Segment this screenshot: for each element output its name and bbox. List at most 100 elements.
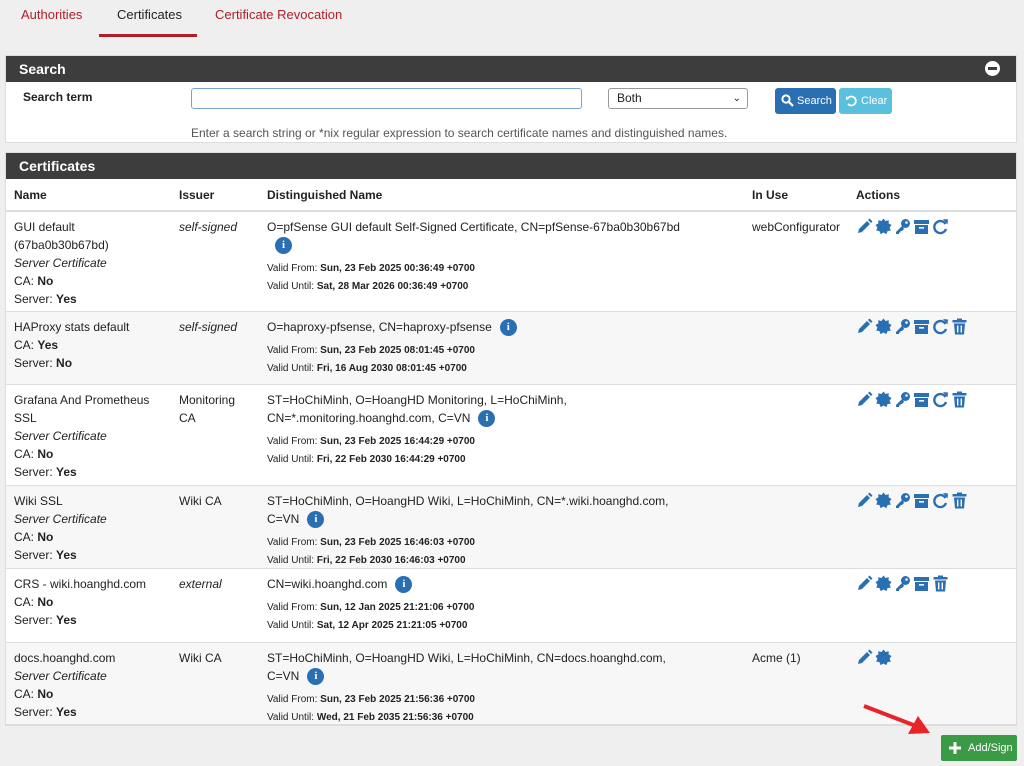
cert-actions	[856, 649, 894, 667]
add-sign-button[interactable]: Add/Sign	[941, 735, 1017, 761]
delete-icon[interactable]	[951, 391, 968, 409]
edit-icon[interactable]	[856, 218, 873, 236]
export-key-icon[interactable]	[894, 391, 911, 409]
export-cert-icon[interactable]	[875, 575, 892, 593]
valid-until: Valid Until: Sat, 12 Apr 2025 21:21:05 +…	[267, 620, 468, 632]
table-row: Grafana And Prometheus SSL Server Certific…	[6, 385, 1016, 486]
info-icon[interactable]: i	[307, 668, 325, 686]
search-panel-header: Search	[6, 56, 1016, 82]
renew-icon[interactable]	[932, 218, 949, 236]
info-icon[interactable]: i	[478, 410, 496, 428]
info-icon[interactable]: i	[499, 319, 517, 337]
chevron-down-icon: ⌄	[732, 93, 741, 104]
cert-server: Server: Yes	[14, 465, 77, 479]
valid-from: Valid From: Sun, 23 Feb 2025 16:44:29 +0…	[267, 436, 475, 448]
archive-icon[interactable]	[913, 492, 930, 510]
clear-button[interactable]: Clear	[839, 88, 892, 114]
delete-icon[interactable]	[951, 492, 968, 510]
cert-ca: CA: Yes	[14, 338, 59, 352]
valid-from: Valid From: Sun, 23 Feb 2025 08:01:45 +0…	[267, 345, 475, 357]
cert-name: HAProxy stats default CA: Yes Server: No	[14, 320, 130, 370]
export-cert-icon[interactable]	[875, 391, 892, 409]
edit-icon[interactable]	[856, 391, 873, 409]
table-row: Wiki SSL Server Certificate CA: No Server: …	[6, 486, 1016, 569]
renew-icon[interactable]	[932, 318, 949, 336]
cert-name: GUI default (67ba0b30b67bd) Server Certifi…	[14, 220, 109, 306]
cert-in-use: webConfigurator	[752, 220, 841, 234]
search-panel: Search Search term Both ⌄ Search Clear E…	[5, 55, 1017, 143]
col-in-use: In Use	[752, 188, 789, 202]
cert-issuer: self-signed	[179, 320, 238, 334]
cert-actions	[856, 391, 970, 409]
valid-until: Valid Until: Fri, 16 Aug 2030 08:01:45 +…	[267, 363, 467, 375]
search-scope-select[interactable]: Both ⌄	[608, 88, 748, 109]
col-name: Name	[14, 188, 47, 202]
cert-type: Server Certificate	[14, 429, 107, 443]
certificates-panel: Certificates Name Issuer Distinguished N…	[5, 152, 1017, 726]
certificates-panel-title: Certificates	[19, 158, 96, 174]
renew-icon[interactable]	[932, 492, 949, 510]
export-cert-icon[interactable]	[875, 492, 892, 510]
edit-icon[interactable]	[856, 649, 873, 667]
search-button-label: Search	[797, 95, 832, 107]
edit-icon[interactable]	[856, 492, 873, 510]
info-icon[interactable]: i	[275, 237, 292, 255]
plus-icon	[949, 742, 961, 754]
export-cert-icon[interactable]	[875, 318, 892, 336]
collapse-icon[interactable]	[985, 61, 1000, 76]
valid-until: Valid Until: Sat, 28 Mar 2026 00:36:49 +…	[267, 281, 469, 293]
table-header: Name Issuer Distinguished Name In Use Ac…	[6, 179, 1016, 212]
cert-ca: CA: No	[14, 595, 54, 609]
cert-ca: CA: No	[14, 687, 54, 701]
edit-icon[interactable]	[856, 318, 873, 336]
archive-icon[interactable]	[913, 391, 930, 409]
cert-name: CRS - wiki.hoanghd.com CA: No Server: Yes	[14, 577, 147, 627]
table-row: CRS - wiki.hoanghd.com CA: No Server: Yes e…	[6, 569, 1016, 643]
add-sign-label: Add/Sign	[968, 742, 1013, 754]
delete-icon[interactable]	[932, 575, 949, 593]
cert-server: Server: Yes	[14, 613, 77, 627]
search-icon	[781, 94, 794, 107]
info-icon[interactable]: i	[307, 511, 325, 529]
valid-from: Valid From: Sun, 23 Feb 2025 21:56:36 +0…	[267, 694, 475, 706]
export-cert-icon[interactable]	[875, 218, 892, 236]
table-row: HAProxy stats default CA: Yes Server: No se…	[6, 312, 1016, 385]
archive-icon[interactable]	[913, 218, 930, 236]
cert-issuer: external	[179, 577, 222, 591]
cert-server: Server: Yes	[14, 548, 77, 562]
cert-type: Server Certificate	[14, 512, 107, 526]
cert-actions	[856, 218, 951, 236]
export-key-icon[interactable]	[894, 218, 911, 236]
delete-icon[interactable]	[951, 318, 968, 336]
cert-issuer: self-signed	[179, 220, 238, 234]
search-scope-value: Both	[617, 91, 642, 105]
cert-issuer: Wiki CA	[179, 651, 222, 665]
cert-server: Server: Yes	[14, 292, 77, 306]
tab-authorities[interactable]: Authorities	[21, 7, 82, 37]
export-key-icon[interactable]	[894, 318, 911, 336]
valid-from: Valid From: Sun, 23 Feb 2025 00:36:49 +0…	[267, 263, 475, 275]
valid-until: Valid Until: Fri, 22 Feb 2030 16:44:29 +…	[267, 454, 466, 466]
cert-ca: CA: No	[14, 274, 54, 288]
info-icon[interactable]: i	[395, 576, 413, 594]
export-cert-icon[interactable]	[875, 649, 892, 667]
valid-until: Valid Until: Fri, 22 Feb 2030 16:46:03 +…	[267, 555, 466, 567]
cert-actions	[856, 318, 970, 336]
cert-server: Server: Yes	[14, 705, 77, 719]
edit-icon[interactable]	[856, 575, 873, 593]
tab-certificates[interactable]: Certificates	[117, 7, 182, 37]
cert-name: Grafana And Prometheus SSL Server Certific…	[14, 393, 150, 479]
archive-icon[interactable]	[913, 318, 930, 336]
cert-name: docs.hoanghd.com Server Certificate CA: No…	[14, 651, 116, 719]
archive-icon[interactable]	[913, 575, 930, 593]
cert-dn: ST=HoChiMinh, O=HoangHD Wiki, L=HoChiMin…	[267, 649, 697, 727]
cert-type: Server Certificate	[14, 256, 107, 270]
search-input[interactable]	[191, 88, 582, 109]
clear-button-label: Clear	[861, 95, 888, 107]
tab-certificate-revocation[interactable]: Certificate Revocation	[215, 7, 342, 37]
renew-icon[interactable]	[932, 391, 949, 409]
valid-from: Valid From: Sun, 23 Feb 2025 16:46:03 +0…	[267, 537, 475, 549]
export-key-icon[interactable]	[894, 575, 911, 593]
export-key-icon[interactable]	[894, 492, 911, 510]
search-button[interactable]: Search	[775, 88, 836, 114]
